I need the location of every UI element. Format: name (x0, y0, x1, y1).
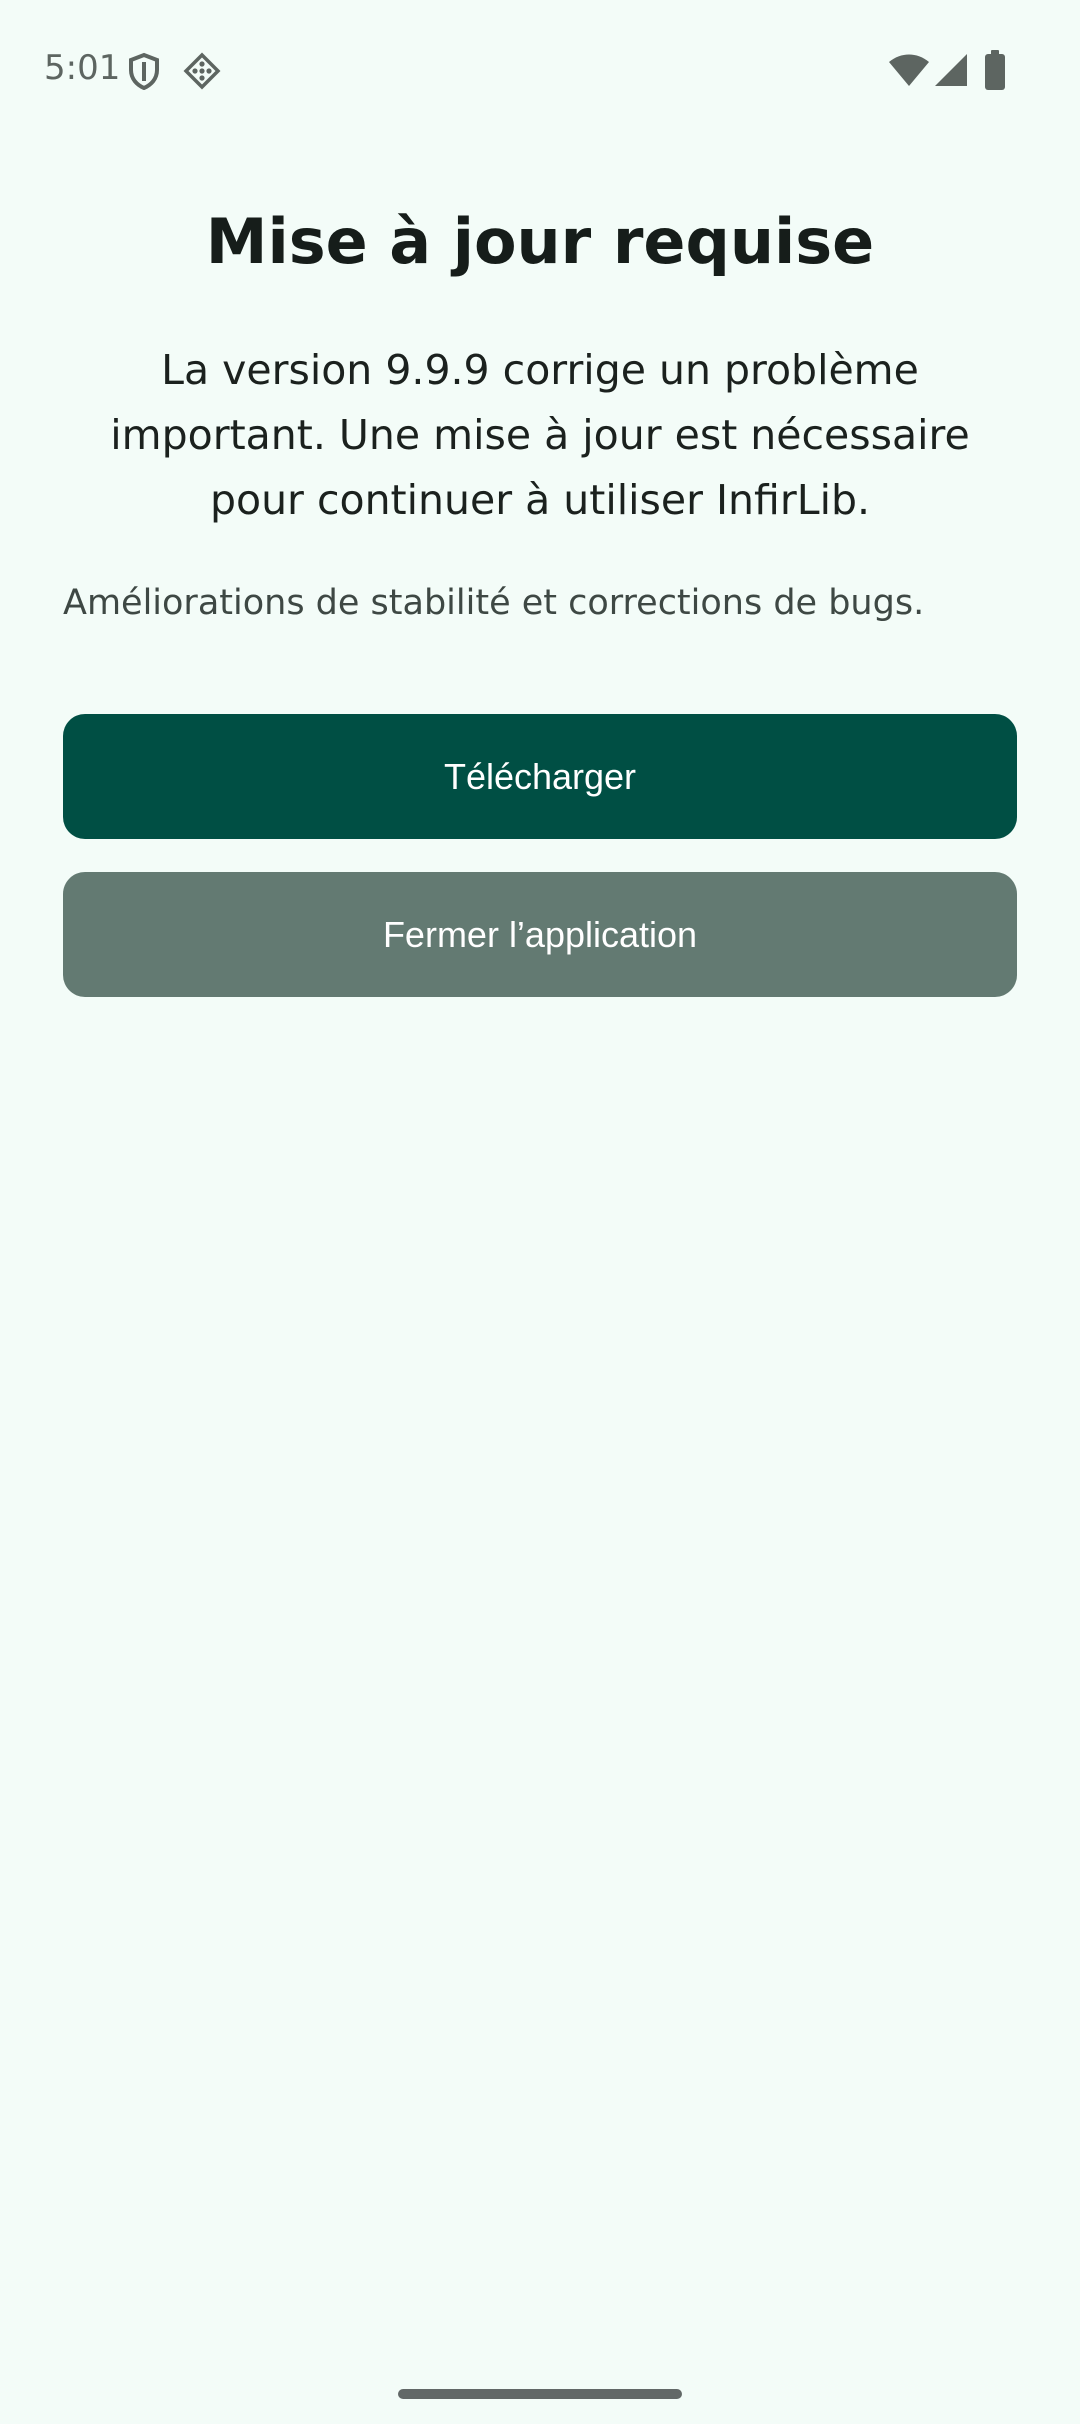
page-title: Mise à jour requise (205, 205, 875, 278)
status-time: 5:01 (44, 48, 121, 88)
download-button[interactable]: Télécharger (63, 714, 1017, 839)
wifi-icon (889, 54, 929, 86)
close-app-button-label: Fermer l’application (382, 913, 698, 955)
battery-icon (985, 50, 1005, 90)
sim-toolkit-icon (183, 52, 221, 90)
update-message: La version 9.9.9 corrige un problème imp… (110, 346, 970, 524)
download-button-label: Télécharger (443, 755, 637, 797)
home-indicator[interactable] (398, 2389, 682, 2399)
close-app-button[interactable]: Fermer l’application (63, 872, 1017, 997)
status-bar: 5:01 (0, 0, 1080, 140)
release-notes: Améliorations de stabilité et correction… (63, 583, 925, 623)
cellular-signal-icon (935, 54, 967, 86)
shield-icon (129, 52, 159, 90)
